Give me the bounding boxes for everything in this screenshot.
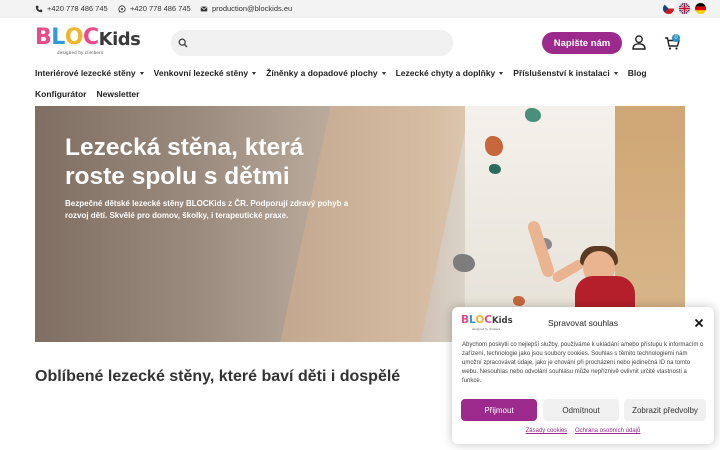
privacy-policy-link[interactable]: Ochrana osobních údajů: [575, 428, 640, 434]
german-flag-icon[interactable]: [695, 3, 706, 14]
logo-letters-kids: Kids: [98, 29, 141, 50]
logo-tagline: designed by climbers: [57, 50, 104, 55]
chevron-down-icon: [139, 71, 144, 75]
climbing-hold: [453, 254, 475, 272]
user-account-icon[interactable]: [632, 35, 646, 50]
nav-item-outdoor-walls[interactable]: Venkovní lezecké stěny: [154, 68, 257, 78]
chevron-down-icon: [499, 71, 504, 75]
cookie-consent-dialog: BLOCKids designed by climbers Spravovat …: [452, 307, 714, 444]
whatsapp-number: +420 778 486 745: [130, 4, 191, 13]
climbing-hold: [485, 136, 503, 156]
logo-wordmark: B L O C Kids: [35, 25, 151, 49]
consent-text: Abychom poskytli co nejlepší služby, pou…: [462, 342, 704, 384]
nav-item-label: Konfigurátor: [35, 89, 87, 99]
nav-item-installation[interactable]: Příslušenství k instalaci: [513, 68, 618, 78]
hero-title: Lezecká stěna, která roste spolu s dětmi: [65, 133, 385, 191]
nav-item-label: Blog: [627, 68, 647, 78]
contact-us-button[interactable]: Napište nám: [542, 32, 622, 54]
whatsapp-icon: [118, 4, 126, 13]
hero-subtitle: Bezpečné dětské lezecké stěny BLOCKids z…: [65, 199, 349, 220]
language-switcher: [663, 3, 706, 14]
search-icon: [178, 38, 188, 48]
logo-letter-c: C: [83, 25, 99, 50]
consent-links: Zásady cookies Ochrana osobních údajů: [452, 428, 714, 434]
nav-row-secondary: Konfigurátor Newsletter: [35, 87, 695, 101]
climbing-hold: [525, 108, 541, 122]
nav-item-blog[interactable]: Blog: [628, 68, 647, 78]
email-contact[interactable]: production@blockids.eu: [200, 4, 292, 13]
close-icon[interactable]: [694, 318, 704, 328]
hero-title-line: roste spolu s dětmi: [65, 163, 290, 190]
phone-number: +420 778 486 745: [47, 4, 108, 13]
climbing-hold: [489, 164, 501, 174]
nav-item-newsletter[interactable]: Newsletter: [96, 89, 139, 99]
mail-icon: [200, 5, 208, 11]
nav-item-label: Newsletter: [96, 89, 140, 99]
phone-contact[interactable]: +420 778 486 745: [35, 4, 108, 13]
nav-item-configurator[interactable]: Konfigurátor: [35, 89, 86, 99]
search-input[interactable]: [193, 33, 445, 53]
contact-bar: +420 778 486 745 +420 778 486 745 produc…: [0, 0, 720, 18]
czech-flag-icon[interactable]: [663, 3, 674, 14]
logo-letter-o: O: [64, 25, 84, 50]
accept-button[interactable]: Přijmout: [461, 399, 537, 421]
phone-icon: [35, 5, 43, 12]
nav-item-mats[interactable]: Žíněnky a dopadové plochy: [266, 68, 386, 78]
nav-item-label: Venkovní lezecké stěny: [153, 68, 249, 78]
logo-letter-b: B: [35, 25, 52, 50]
nav-item-holds[interactable]: Lezecké chyty a doplňky: [396, 68, 504, 78]
main-navigation: Interiérové lezecké stěny Venkovní lezec…: [35, 66, 695, 101]
whatsapp-contact[interactable]: +420 778 486 745: [118, 4, 191, 13]
nav-item-label: Lezecké chyty a doplňky: [395, 68, 496, 78]
chevron-down-icon: [252, 71, 257, 75]
blockids-logo[interactable]: B L O C Kids designed by climbers: [35, 25, 151, 57]
chevron-down-icon: [613, 71, 618, 75]
deny-button[interactable]: Odmítnout: [543, 399, 619, 421]
cookie-policy-link[interactable]: Zásady cookies: [526, 428, 568, 434]
climbing-hold: [513, 296, 525, 306]
cart-count-badge: 0: [672, 34, 680, 42]
english-flag-icon[interactable]: [679, 3, 690, 14]
nav-item-label: Interiérové lezecké stěny: [35, 68, 136, 78]
nav-item-label: Příslušenství k instalaci: [513, 68, 610, 78]
logo-letter-l: L: [51, 25, 65, 50]
nav-item-label: Žíněnky a dopadové plochy: [266, 68, 378, 78]
chevron-down-icon: [381, 71, 386, 75]
search-bar[interactable]: [171, 30, 453, 56]
nav-row-primary: Interiérové lezecké stěny Venkovní lezec…: [35, 66, 695, 80]
preferences-button[interactable]: Zobrazit předvolby: [624, 399, 706, 421]
consent-title: Spravovat souhlas: [548, 318, 618, 328]
hero-title-line: Lezecká stěna, která: [65, 134, 304, 161]
nav-item-indoor-walls[interactable]: Interiérové lezecké stěny: [35, 68, 144, 78]
section-title: Oblíbené lezecké stěny, které baví děti …: [35, 368, 401, 385]
email-address: production@blockids.eu: [212, 4, 293, 13]
